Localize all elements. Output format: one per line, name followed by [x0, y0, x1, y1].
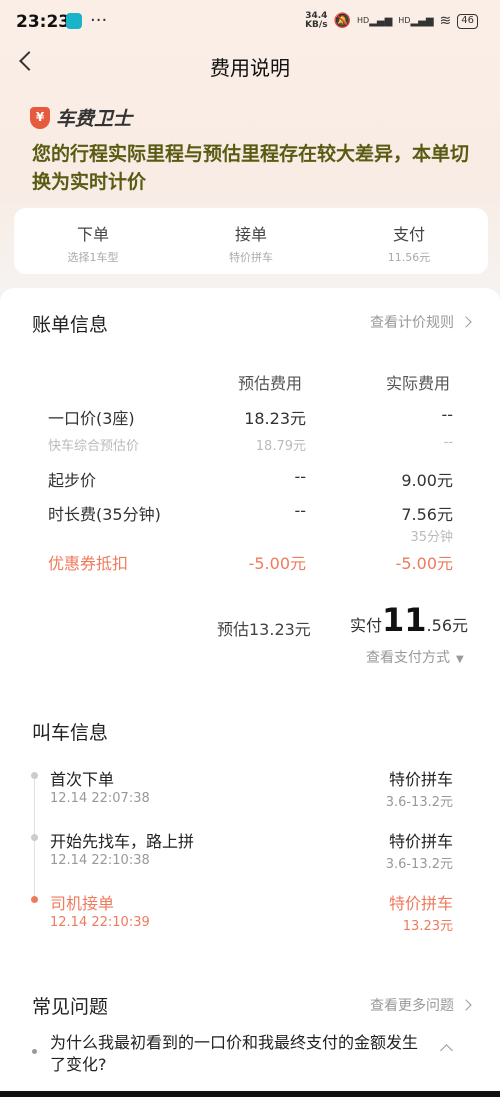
step-order: 下单 选择1车型 — [67, 225, 119, 264]
details-card: 账单信息 查看计价规则 预估费用 实际费用 一口价(3座) 18.23元 -- … — [0, 288, 500, 1097]
shield-icon: ¥ — [30, 106, 50, 129]
more-questions-link[interactable]: 查看更多问题 — [370, 995, 472, 1015]
event-type-3: 特价拼车 — [388, 894, 453, 913]
status-time: 23:23 — [16, 12, 71, 32]
event-time-2: 12.14 22:10:38 — [50, 853, 150, 868]
page-title: 费用说明 — [210, 56, 290, 80]
caret-down-icon: ▼ — [456, 654, 464, 665]
step-accept: 接单 特价拼车 — [229, 225, 273, 264]
event-time-3: 12.14 22:10:39 — [50, 915, 150, 930]
event-price-1: 3.6-13.2元 — [385, 795, 453, 810]
event-price-3: 13.23元 — [402, 919, 453, 934]
row-est-coupon: -5.00元 — [248, 554, 306, 573]
row-act-base-fare: 9.00元 — [401, 471, 453, 490]
event-time-1: 12.14 22:07:38 — [50, 791, 150, 806]
row-est-express-est: 18.79元 — [255, 439, 306, 454]
chevron-right-icon — [460, 316, 472, 328]
payment-method-link[interactable]: 查看支付方式 ▼ — [366, 647, 464, 667]
chevron-up-icon[interactable] — [440, 1044, 453, 1057]
fare-guard-label: 车费卫士 — [56, 108, 133, 130]
wifi-icon: ≋ — [439, 13, 452, 29]
faq-bullet — [32, 1049, 37, 1054]
row-est-time-fee: -- — [294, 501, 306, 520]
event-title-2: 开始先找车，路上拼 — [50, 832, 195, 851]
row-label-base-fare: 起步价 — [48, 471, 97, 490]
battery-icon: 46 — [457, 13, 478, 29]
row-act-express-est: -- — [443, 435, 453, 450]
row-label-express-est: 快车综合预估价 — [48, 439, 140, 454]
faq-section-title: 常见问题 — [32, 996, 109, 1018]
faq-question-1[interactable]: 为什么我最初看到的一口价和我最终支付的金额发生了变化? — [50, 1032, 430, 1076]
chevron-right-icon — [460, 999, 472, 1011]
step-pay: 支付 11.56元 — [387, 225, 431, 264]
more-notifications-icon: ··· — [90, 10, 108, 31]
call-section-title: 叫车信息 — [32, 722, 109, 744]
row-act-fixed-price: -- — [441, 405, 453, 424]
nav-bar: 费用说明 — [0, 44, 500, 86]
col-actual-header: 实际费用 — [386, 374, 451, 393]
timeline-dot-2 — [31, 834, 38, 841]
mute-icon: 🔕 — [333, 13, 351, 29]
signal-icon-2: HD▂▄▆ — [398, 15, 434, 27]
status-bar: 23:23 ··· 34.4 KB/s 🔕 HD▂▄▆ HD▂▄▆ ≋ 46 — [0, 0, 500, 44]
signal-icon-1: HD▂▄▆ — [357, 15, 393, 27]
pricing-notice: 您的行程实际里程与预估里程存在较大差异，本单切换为实时计价 — [32, 143, 470, 193]
row-est-fixed-price: 18.23元 — [244, 409, 306, 428]
bottom-edge — [0, 1091, 500, 1097]
event-type-1: 特价拼车 — [388, 770, 453, 789]
app-notification-icon — [66, 13, 82, 29]
event-price-2: 3.6-13.2元 — [385, 857, 453, 872]
pricing-rules-link[interactable]: 查看计价规则 — [370, 312, 472, 332]
event-title-1: 首次下单 — [50, 770, 115, 789]
row-act-coupon: -5.00元 — [395, 554, 453, 573]
estimated-total: 预估13.23元 — [217, 620, 311, 639]
paid-total: 实付11.56元 — [350, 601, 468, 639]
col-estimated-header: 预估费用 — [238, 374, 303, 393]
row-act-time-fee-sub: 35分钟 — [410, 530, 453, 545]
row-label-time-fee: 时长费(35分钟) — [48, 505, 161, 524]
bill-section-title: 账单信息 — [32, 314, 109, 336]
row-act-time-fee: 7.56元 — [401, 505, 453, 524]
row-est-base-fare: -- — [294, 467, 306, 486]
network-speed: 34.4 KB/s — [305, 11, 328, 30]
order-steps: 下单 选择1车型 接单 特价拼车 支付 11.56元 — [14, 208, 488, 274]
timeline-dot-3 — [31, 896, 38, 903]
event-type-2: 特价拼车 — [388, 832, 453, 851]
row-label-fixed-price: 一口价(3座) — [48, 409, 135, 428]
fare-guard-badge: ¥ 车费卫士 — [30, 104, 132, 131]
event-title-3: 司机接单 — [50, 894, 115, 913]
row-label-coupon: 优惠券抵扣 — [48, 554, 129, 573]
timeline-dot-1 — [31, 772, 38, 779]
